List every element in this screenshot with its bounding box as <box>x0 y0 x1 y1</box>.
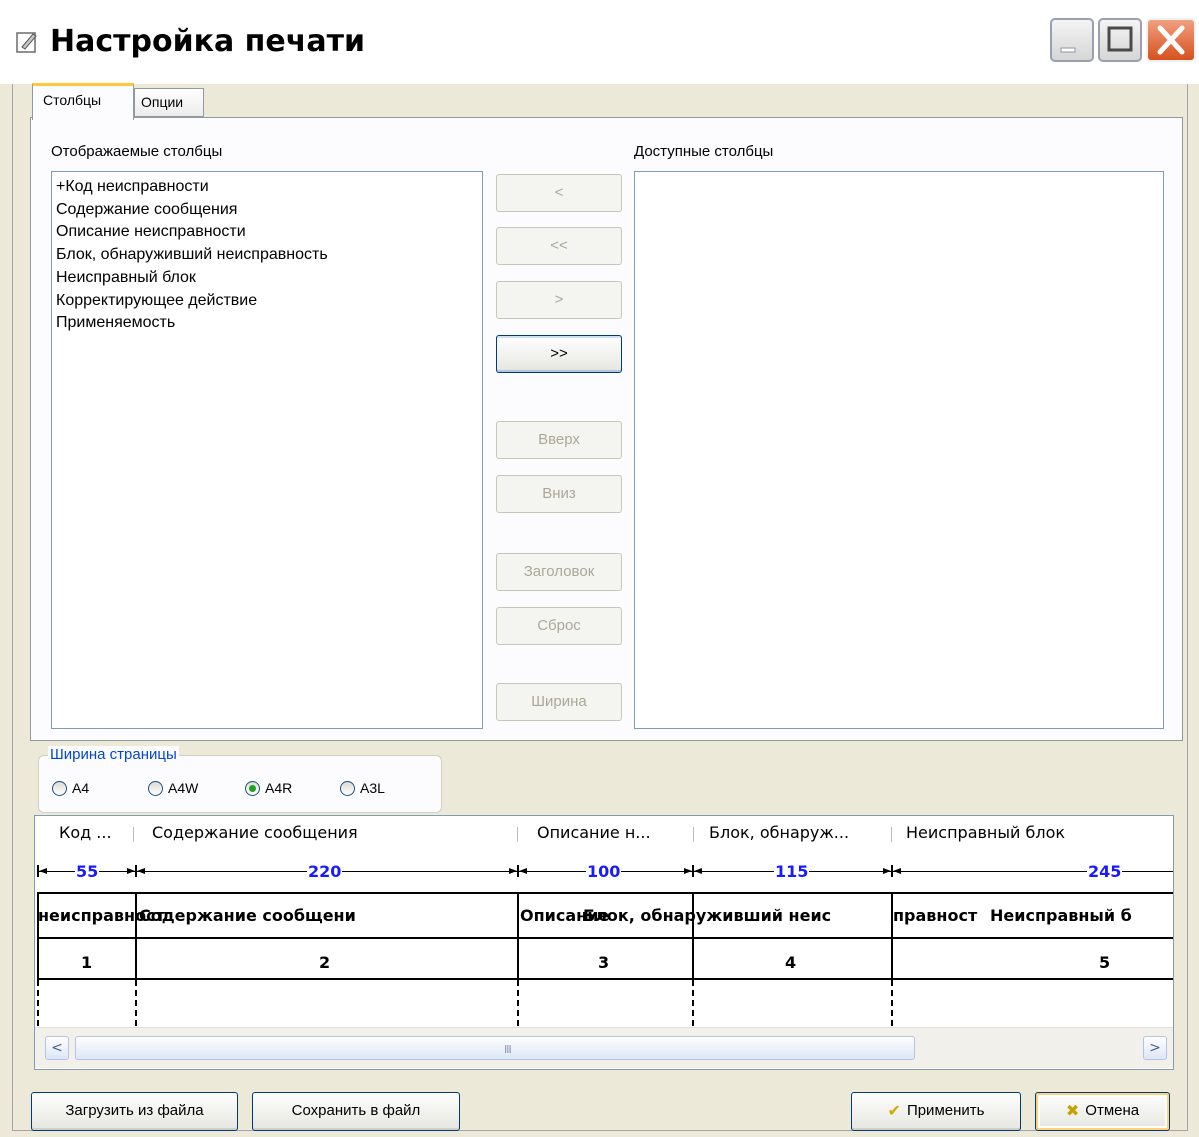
preview-header-cell[interactable]: Содержание сообщения <box>152 823 358 842</box>
preview-header-cell[interactable]: Код ... <box>59 823 112 842</box>
list-item[interactable]: Блок, обнаруживший неисправность <box>52 244 482 267</box>
load-from-file-button[interactable]: Загрузить из файла <box>31 1092 238 1131</box>
close-button[interactable] <box>1146 18 1196 62</box>
preview-number-cell: 4 <box>785 953 797 972</box>
list-item[interactable]: Неисправный блок <box>52 267 482 290</box>
grid-line <box>517 892 519 980</box>
list-item[interactable]: Описание неисправности <box>52 221 482 244</box>
radio-a4-label[interactable]: A4 <box>72 780 89 796</box>
header-separator[interactable] <box>693 827 694 842</box>
apply-button[interactable]: ✔ Применить <box>851 1092 1021 1131</box>
preview-title-cell: Неисправный б <box>990 906 1132 925</box>
preview-widths-row: 55 220 100 115 245 <box>35 850 1173 890</box>
horizontal-scrollbar[interactable]: < III > <box>35 1027 1173 1068</box>
grid-dashed-line <box>37 980 39 1026</box>
list-item[interactable]: Корректирующее действие <box>52 290 482 313</box>
grid-line <box>37 978 1173 980</box>
checkmark-icon: ✔ <box>887 1103 901 1120</box>
minimize-icon <box>1060 47 1076 53</box>
chevron-right-icon: > <box>1149 1040 1161 1056</box>
radio-a4r-label[interactable]: A4R <box>265 780 292 796</box>
preview-title-cell: Блок, обнаруживший неис <box>583 906 832 925</box>
preview-title-cell: Содержание сообщени <box>139 906 356 925</box>
page-width-legend: Ширина страницы <box>48 746 179 763</box>
tab-options[interactable]: Опции <box>134 88 204 117</box>
save-to-file-button[interactable]: Сохранить в файл <box>252 1092 460 1131</box>
radio-a4r[interactable] <box>245 781 260 796</box>
scroll-left-button[interactable]: < <box>45 1036 69 1060</box>
edit-icon <box>16 32 37 53</box>
preview-title-cell: правност <box>893 906 978 925</box>
radio-a3l[interactable] <box>340 781 355 796</box>
grid-dashed-line <box>692 980 694 1026</box>
header-button[interactable]: Заголовок <box>496 553 622 591</box>
dimension-arrows <box>37 865 901 877</box>
column-preview[interactable]: Код ... Содержание сообщения Описание н.… <box>34 815 1174 1070</box>
grid-dashed-line <box>517 980 519 1026</box>
move-all-right-button[interactable]: >> <box>496 335 622 373</box>
tab-columns[interactable]: Столбцы <box>32 83 134 120</box>
radio-selected-dot <box>249 785 256 792</box>
close-icon <box>1157 25 1185 55</box>
preview-header-cell[interactable]: Неисправный блок <box>906 823 1065 842</box>
list-item[interactable]: +Код неисправности <box>52 176 482 199</box>
print-settings-window: Настройка печати Столбцы Опции Отображае… <box>0 0 1199 1137</box>
preview-number-cell: 1 <box>81 953 93 972</box>
cancel-label: Отмена <box>1085 1102 1140 1119</box>
down-button[interactable]: Вниз <box>496 475 622 513</box>
maximize-icon <box>1107 26 1133 52</box>
move-all-left-button[interactable]: << <box>496 227 622 265</box>
title-bar: Настройка печати <box>0 0 1199 84</box>
available-columns-label: Доступные столбцы <box>634 143 774 160</box>
preview-number-cell: 5 <box>1099 953 1111 972</box>
scrollbar-thumb[interactable]: III <box>75 1036 915 1060</box>
preview-header-cell[interactable]: Описание н... <box>537 823 651 842</box>
chevron-left-icon: < <box>51 1040 63 1056</box>
header-separator[interactable] <box>891 827 892 842</box>
reset-button[interactable]: Сброс <box>496 607 622 645</box>
radio-a4[interactable] <box>52 781 67 796</box>
grip-icon: III <box>504 1043 512 1056</box>
header-separator[interactable] <box>517 827 518 842</box>
move-right-button[interactable]: > <box>496 281 622 319</box>
header-separator[interactable] <box>133 827 134 842</box>
cross-icon: ✖ <box>1065 1103 1080 1120</box>
list-item[interactable]: Применяемость <box>52 312 482 335</box>
preview-number-cell: 3 <box>598 953 610 972</box>
radio-a4w[interactable] <box>148 781 163 796</box>
cancel-button[interactable]: ✖ Отмена <box>1035 1092 1170 1131</box>
preview-number-cell: 2 <box>319 953 331 972</box>
available-columns-list[interactable] <box>634 171 1164 729</box>
window-title: Настройка печати <box>50 24 365 59</box>
minimize-button[interactable] <box>1050 18 1094 62</box>
grid-dashed-line <box>135 980 137 1026</box>
list-item[interactable]: Содержание сообщения <box>52 199 482 222</box>
maximize-button[interactable] <box>1098 18 1142 62</box>
move-left-button[interactable]: < <box>496 174 622 212</box>
preview-header-row: Код ... Содержание сообщения Описание н.… <box>35 816 1173 850</box>
displayed-columns-label: Отображаемые столбцы <box>51 143 223 160</box>
grid-line <box>37 937 1173 939</box>
scroll-right-button[interactable]: > <box>1143 1036 1167 1060</box>
grid-dashed-line <box>891 980 893 1026</box>
apply-label: Применить <box>906 1102 985 1119</box>
up-button[interactable]: Вверх <box>496 421 622 459</box>
radio-a3l-label[interactable]: A3L <box>360 780 385 796</box>
radio-a4w-label[interactable]: A4W <box>168 780 198 796</box>
grid-line <box>37 892 1173 894</box>
preview-header-cell[interactable]: Блок, обнаруж... <box>709 823 849 842</box>
width-button[interactable]: Ширина <box>496 683 622 721</box>
displayed-columns-list[interactable]: +Код неисправности Содержание сообщения … <box>51 171 483 729</box>
